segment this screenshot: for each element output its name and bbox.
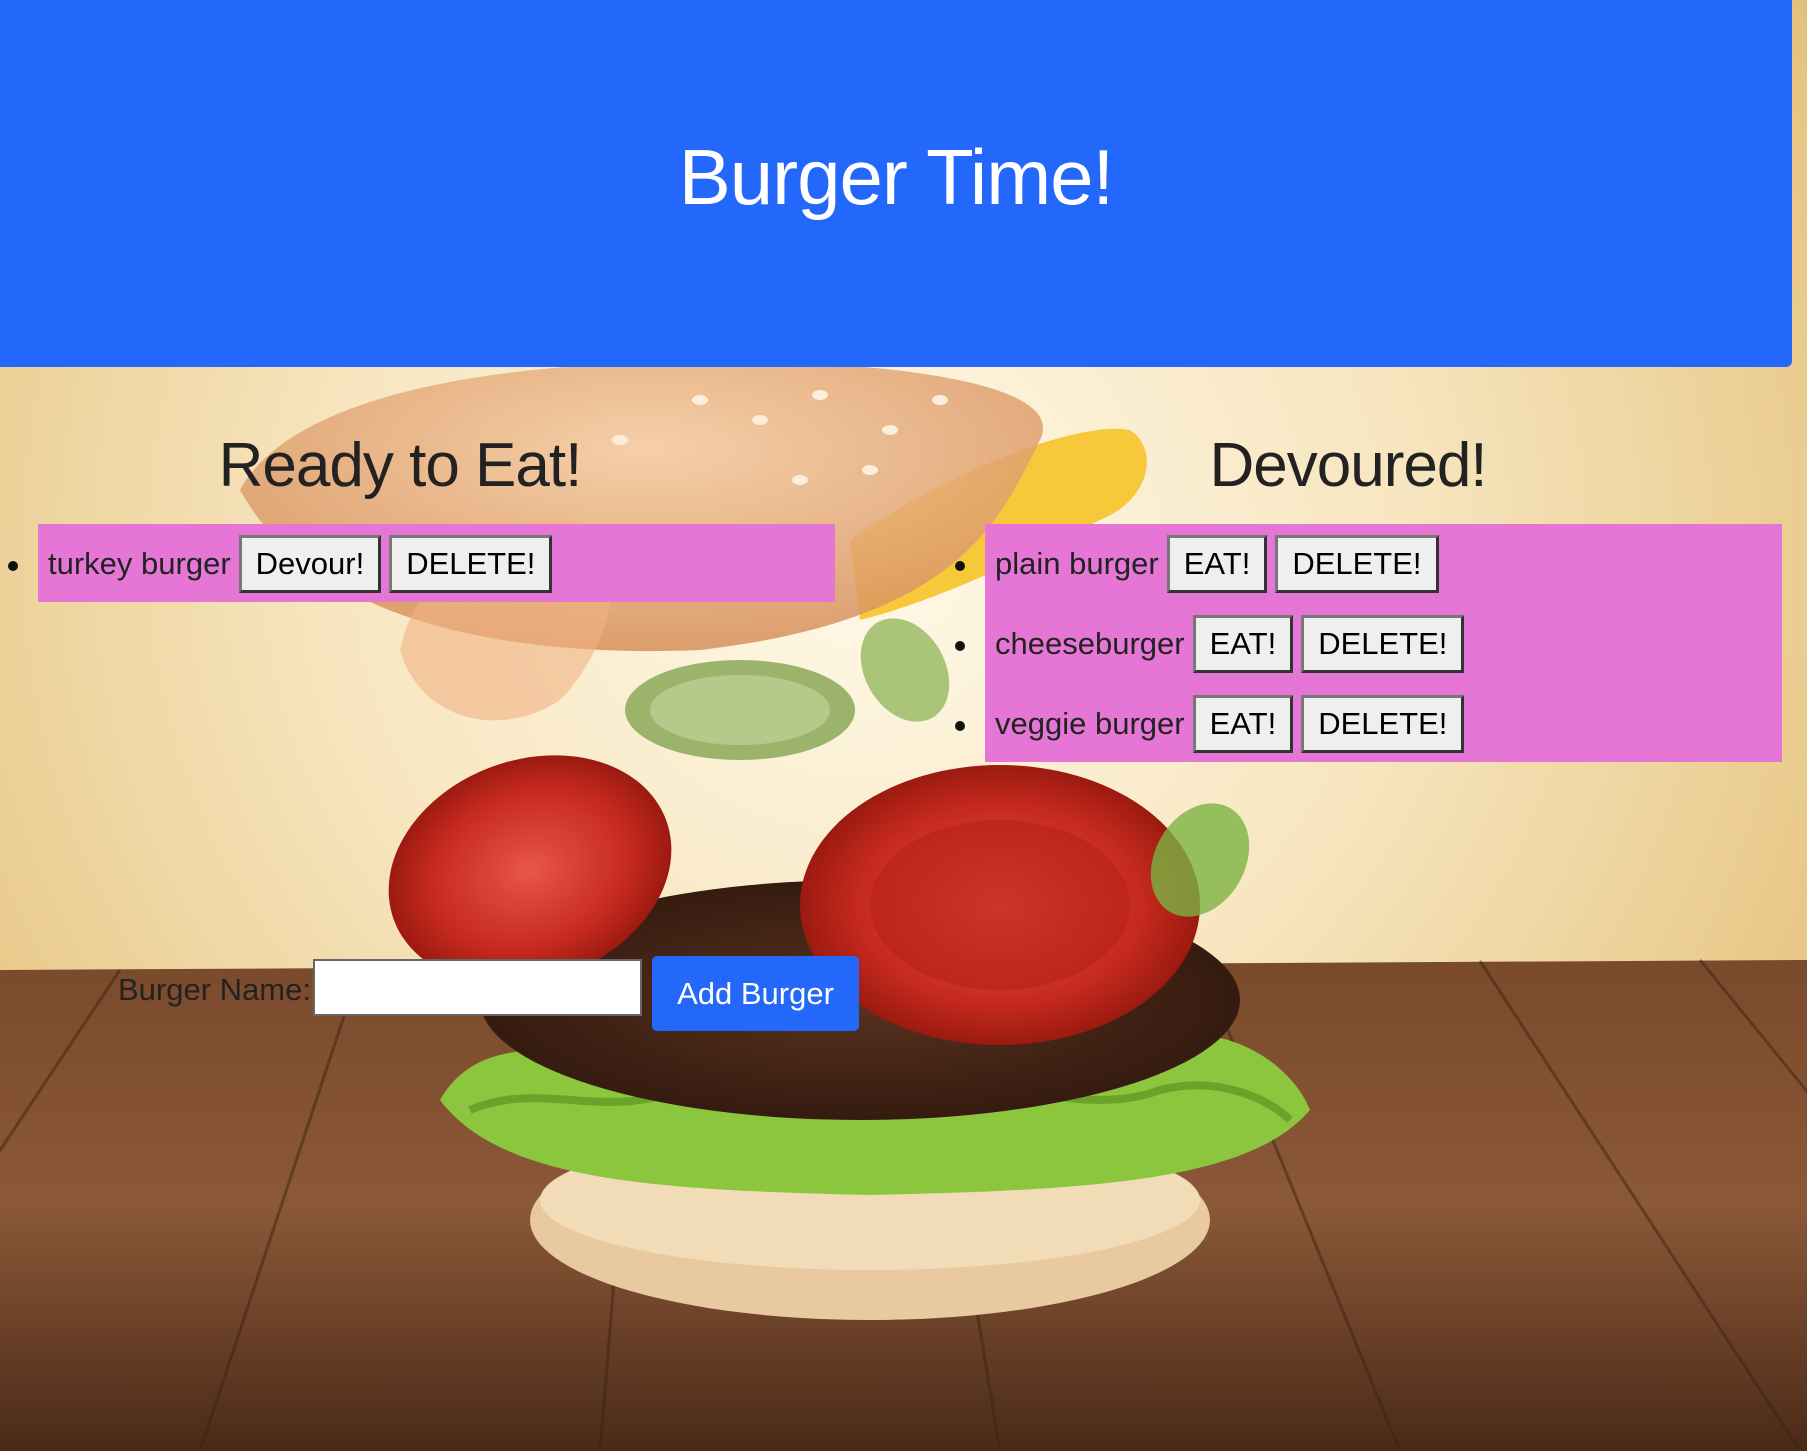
burger-name-input[interactable] — [313, 959, 642, 1016]
eat-button[interactable]: EAT! — [1192, 615, 1294, 673]
list-item: cheeseburger EAT! DELETE! — [955, 604, 1782, 684]
header-banner: Burger Time! — [0, 0, 1792, 367]
burger-name: veggie burger — [995, 706, 1185, 741]
list-item: plain burger EAT! DELETE! — [955, 524, 1782, 604]
bullet-icon — [8, 561, 18, 571]
add-burger-button[interactable]: Add Burger — [652, 956, 859, 1031]
eat-button[interactable]: EAT! — [1166, 535, 1268, 593]
list-item: veggie burger EAT! DELETE! — [955, 684, 1782, 764]
devoured-list: plain burger EAT! DELETE! cheeseburger E… — [955, 524, 1782, 764]
devour-button[interactable]: Devour! — [238, 535, 382, 593]
bullet-icon — [955, 721, 965, 731]
burger-name-label: Burger Name: — [118, 972, 311, 1007]
burger-name: cheeseburger — [995, 626, 1185, 661]
burger-name: turkey burger — [48, 546, 231, 581]
delete-button[interactable]: DELETE! — [1301, 695, 1465, 753]
ready-list: turkey burger Devour! DELETE! — [8, 524, 835, 604]
bullet-icon — [955, 561, 965, 571]
delete-button[interactable]: DELETE! — [1301, 615, 1465, 673]
delete-button[interactable]: DELETE! — [1275, 535, 1439, 593]
page-title: Burger Time! — [678, 133, 1114, 221]
eat-button[interactable]: EAT! — [1192, 695, 1294, 753]
burger-name: plain burger — [995, 546, 1159, 581]
ready-heading: Ready to Eat! — [218, 431, 583, 500]
bullet-icon — [955, 641, 965, 651]
delete-button[interactable]: DELETE! — [389, 535, 553, 593]
list-item: turkey burger Devour! DELETE! — [8, 524, 835, 604]
devoured-heading: Devoured! — [1209, 431, 1487, 500]
